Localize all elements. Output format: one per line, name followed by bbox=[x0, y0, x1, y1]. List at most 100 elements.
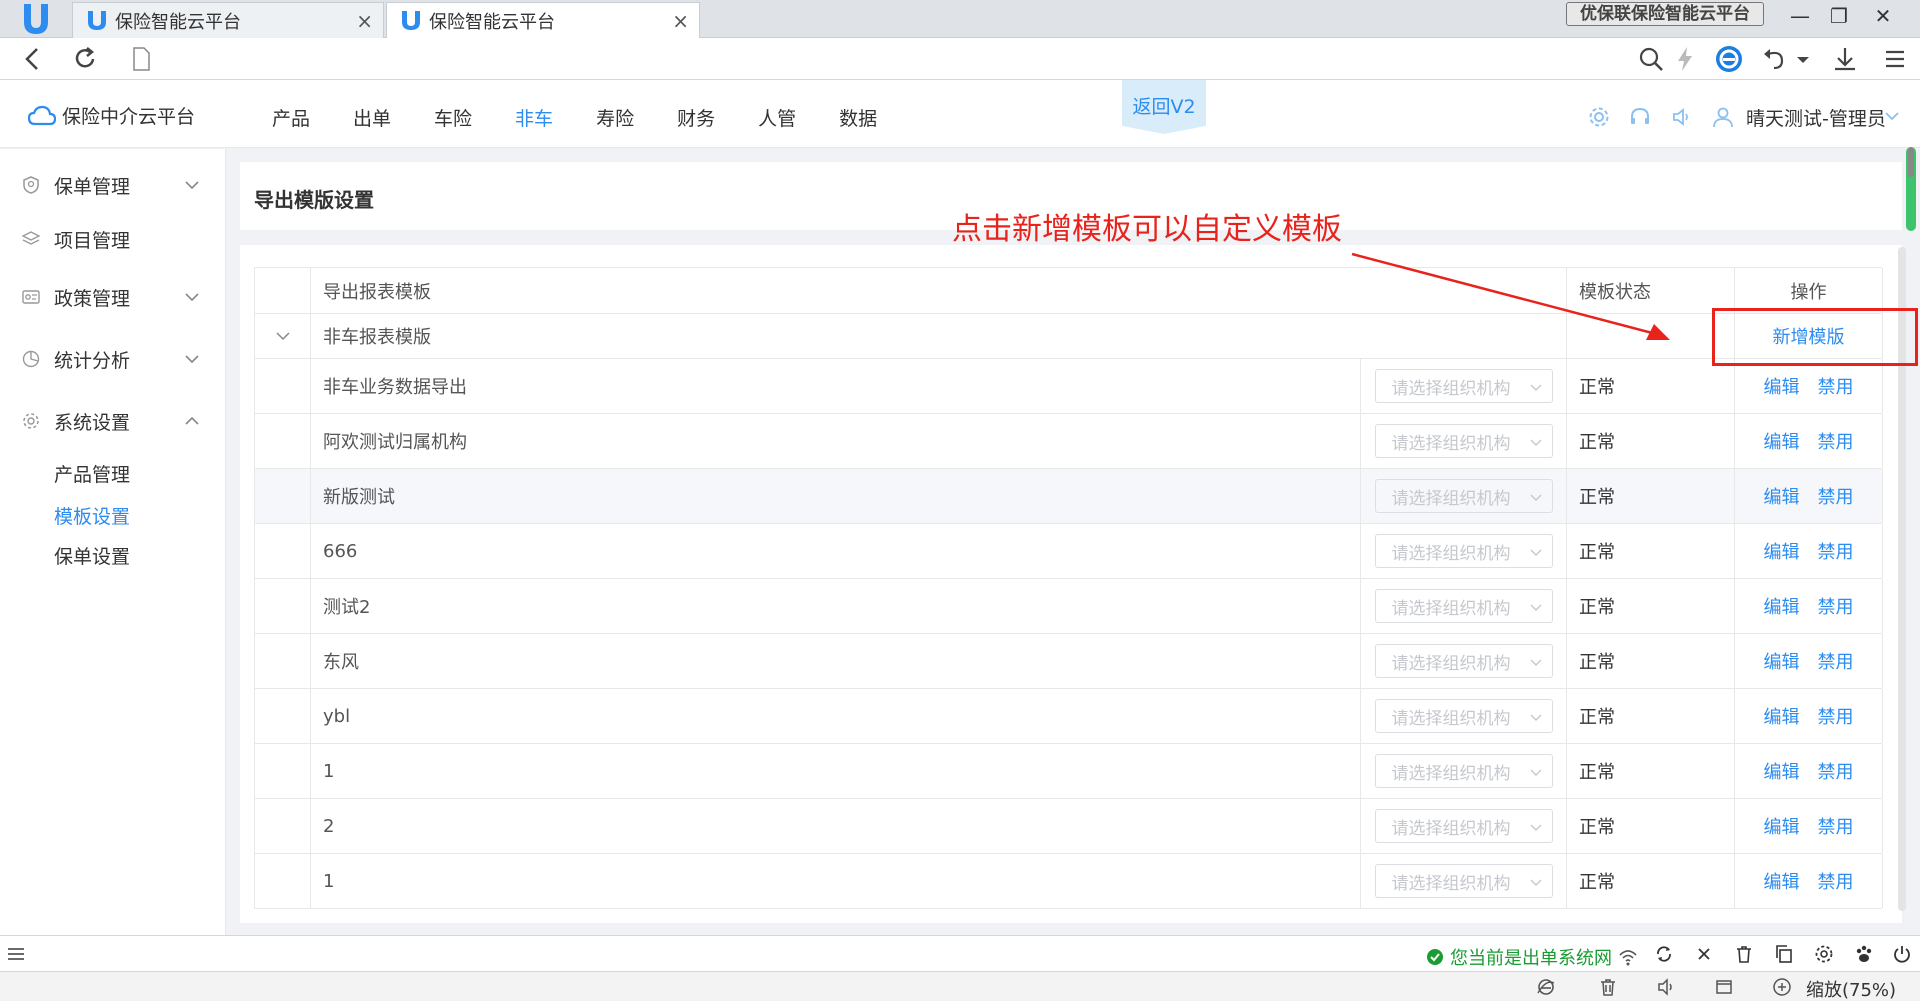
lightning-icon[interactable] bbox=[1670, 44, 1700, 74]
sync-icon[interactable] bbox=[1654, 944, 1674, 964]
tab-close-icon[interactable]: × bbox=[356, 9, 373, 33]
sidebar-item-policy-management[interactable]: 保单管理 bbox=[0, 165, 226, 205]
maximize-button[interactable]: ❐ bbox=[1824, 2, 1854, 30]
browser-logo-icon[interactable] bbox=[18, 2, 54, 36]
hamburger-icon[interactable] bbox=[6, 944, 26, 964]
disable-button[interactable]: 禁用 bbox=[1818, 648, 1854, 674]
disable-button[interactable]: 禁用 bbox=[1818, 538, 1854, 564]
sidebar-item-system-settings[interactable]: 系统设置 bbox=[0, 401, 226, 441]
chevron-down-icon bbox=[1530, 604, 1541, 611]
org-select[interactable]: 请选择组织机构 bbox=[1374, 369, 1553, 403]
search-icon[interactable] bbox=[1636, 44, 1666, 74]
edit-button[interactable]: 编辑 bbox=[1764, 428, 1800, 454]
copy-icon[interactable] bbox=[1774, 944, 1794, 964]
template-status: 正常 bbox=[1567, 469, 1735, 523]
sidebar-sub-item-template[interactable]: 模板设置 bbox=[54, 502, 130, 529]
browser-tab-1[interactable]: 保险智能云平台 × bbox=[72, 2, 384, 38]
browser-tab-2[interactable]: 保险智能云平台 × bbox=[386, 2, 700, 38]
org-select[interactable]: 请选择组织机构 bbox=[1374, 699, 1553, 733]
settings-icon[interactable] bbox=[1588, 106, 1610, 128]
refresh-icon[interactable] bbox=[70, 44, 100, 74]
ops-cell: 编辑 禁用 bbox=[1735, 579, 1883, 633]
org-select[interactable]: 请选择组织机构 bbox=[1374, 534, 1553, 568]
org-select[interactable]: 请选择组织机构 bbox=[1374, 809, 1553, 843]
template-name: 新版测试 bbox=[311, 469, 1361, 523]
edit-button[interactable]: 编辑 bbox=[1764, 538, 1800, 564]
table-row: ybl 请选择组织机构 正常 编辑 禁用 bbox=[255, 689, 1883, 744]
nav-issue[interactable]: 出单 bbox=[353, 104, 391, 131]
nav-data[interactable]: 数据 bbox=[839, 104, 877, 131]
edit-button[interactable]: 编辑 bbox=[1764, 868, 1800, 894]
chevron-down-icon bbox=[1530, 659, 1541, 666]
menu-icon[interactable] bbox=[1880, 44, 1910, 74]
edit-button[interactable]: 编辑 bbox=[1764, 483, 1800, 509]
org-select[interactable]: 请选择组织机构 bbox=[1374, 479, 1553, 513]
disable-button[interactable]: 禁用 bbox=[1818, 703, 1854, 729]
sidebar-item-statistics[interactable]: 统计分析 bbox=[0, 339, 226, 379]
sidebar-item-project-management[interactable]: 项目管理 bbox=[0, 219, 226, 259]
chevron-down-icon[interactable] bbox=[1884, 108, 1900, 124]
power-icon[interactable] bbox=[1892, 944, 1912, 964]
nav-product[interactable]: 产品 bbox=[272, 104, 310, 131]
disable-button[interactable]: 禁用 bbox=[1818, 593, 1854, 619]
template-name: 测试2 bbox=[311, 579, 1361, 633]
zoom-level[interactable]: 缩放(75%) bbox=[1806, 976, 1896, 1001]
sidebar-sub-item-product[interactable]: 产品管理 bbox=[54, 460, 130, 487]
nav-non-auto[interactable]: 非车 bbox=[515, 104, 553, 131]
edit-button[interactable]: 编辑 bbox=[1764, 648, 1800, 674]
org-select-placeholder: 请选择组织机构 bbox=[1391, 873, 1511, 894]
speaker-icon[interactable] bbox=[1671, 106, 1693, 128]
brand-logo[interactable]: 保险中介云平台 bbox=[28, 102, 195, 129]
gear-icon[interactable] bbox=[1814, 944, 1834, 964]
user-name[interactable]: 晴天测试-管理员 bbox=[1746, 104, 1886, 131]
disable-button[interactable]: 禁用 bbox=[1818, 483, 1854, 509]
page-scrollbar-top[interactable] bbox=[1908, 147, 1914, 177]
headset-icon[interactable] bbox=[1629, 106, 1651, 128]
zoom-in-icon[interactable] bbox=[1772, 977, 1792, 997]
expand-toggle[interactable] bbox=[255, 314, 311, 358]
close-icon[interactable] bbox=[1694, 944, 1714, 964]
clear-trash-icon[interactable] bbox=[1598, 977, 1618, 997]
edit-button[interactable]: 编辑 bbox=[1764, 593, 1800, 619]
tab-close-icon[interactable]: × bbox=[672, 9, 689, 33]
close-window-button[interactable]: ✕ bbox=[1868, 2, 1898, 30]
empty-cell bbox=[255, 854, 311, 908]
window-icon[interactable] bbox=[1714, 977, 1734, 997]
ie-engine-icon[interactable] bbox=[1714, 44, 1744, 74]
chevron-down-icon bbox=[1530, 439, 1541, 446]
sidebar-sub-item-policy-settings[interactable]: 保单设置 bbox=[54, 542, 130, 569]
nav-auto[interactable]: 车险 bbox=[434, 104, 472, 131]
disable-button[interactable]: 禁用 bbox=[1818, 428, 1854, 454]
nav-hr[interactable]: 人管 bbox=[758, 104, 796, 131]
nav-life[interactable]: 寿险 bbox=[596, 104, 634, 131]
org-select[interactable]: 请选择组织机构 bbox=[1374, 754, 1553, 788]
ie-compat-icon[interactable] bbox=[1536, 977, 1556, 997]
table-row: 非车业务数据导出 请选择组织机构 正常 编辑 禁用 bbox=[255, 359, 1883, 414]
paw-icon[interactable] bbox=[1854, 944, 1874, 964]
org-select[interactable]: 请选择组织机构 bbox=[1374, 864, 1553, 898]
sidebar-item-policy-rules[interactable]: 政策管理 bbox=[0, 277, 226, 317]
volume-icon[interactable] bbox=[1656, 977, 1676, 997]
user-icon[interactable] bbox=[1712, 106, 1734, 128]
disable-button[interactable]: 禁用 bbox=[1818, 758, 1854, 784]
org-select[interactable]: 请选择组织机构 bbox=[1374, 644, 1553, 678]
back-icon[interactable] bbox=[18, 44, 48, 74]
disable-button[interactable]: 禁用 bbox=[1818, 813, 1854, 839]
template-status: 正常 bbox=[1567, 744, 1735, 798]
org-select[interactable]: 请选择组织机构 bbox=[1374, 424, 1553, 458]
undo-dropdown-icon[interactable] bbox=[1788, 44, 1818, 74]
disable-button[interactable]: 禁用 bbox=[1818, 868, 1854, 894]
edit-button[interactable]: 编辑 bbox=[1764, 703, 1800, 729]
edit-button[interactable]: 编辑 bbox=[1764, 373, 1800, 399]
undo-icon[interactable] bbox=[1760, 44, 1790, 74]
edit-button[interactable]: 编辑 bbox=[1764, 813, 1800, 839]
disable-button[interactable]: 禁用 bbox=[1818, 373, 1854, 399]
trash-icon[interactable] bbox=[1734, 944, 1754, 964]
download-icon[interactable] bbox=[1830, 44, 1860, 74]
return-v2-button[interactable]: 返回V2 bbox=[1122, 80, 1206, 134]
edit-button[interactable]: 编辑 bbox=[1764, 758, 1800, 784]
minimize-button[interactable]: — bbox=[1785, 2, 1815, 30]
nav-finance[interactable]: 财务 bbox=[677, 104, 715, 131]
org-cell: 请选择组织机构 bbox=[1361, 524, 1567, 578]
org-select[interactable]: 请选择组织机构 bbox=[1374, 589, 1553, 623]
